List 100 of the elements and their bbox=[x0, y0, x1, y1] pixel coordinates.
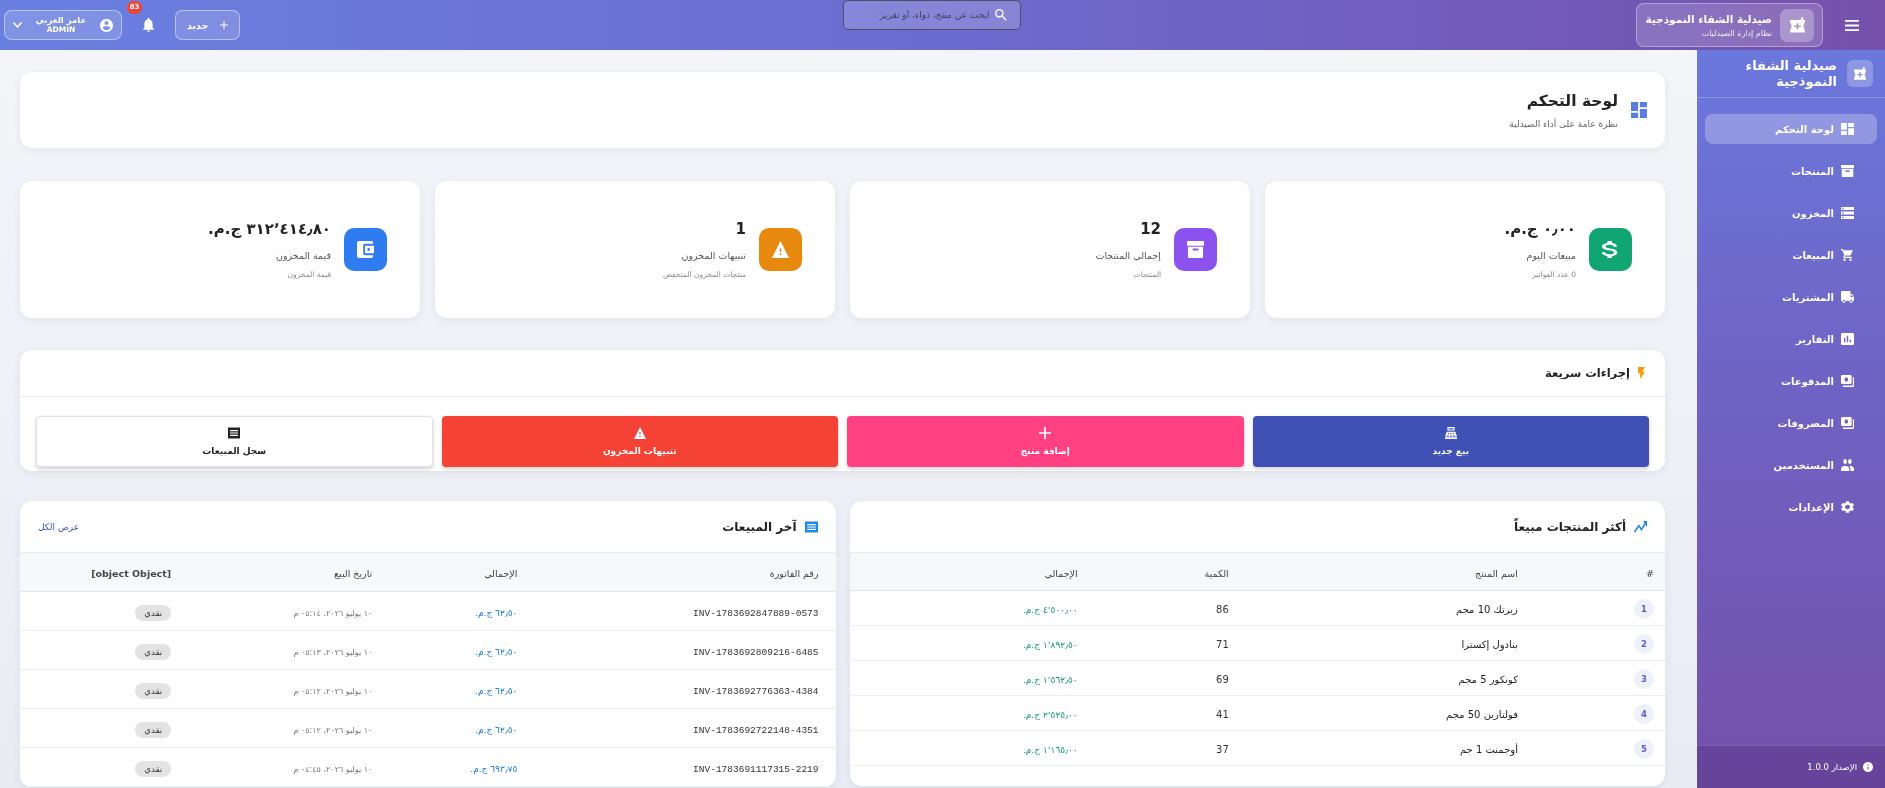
invoice-number: INV-1783692847889-0573 bbox=[693, 608, 819, 619]
column-header: الكمية bbox=[1204, 567, 1229, 579]
sale-total: ٦٢٫٥٠ ج.م. bbox=[475, 608, 518, 618]
sidebar-item[interactable]: لوحة التحكم bbox=[1705, 114, 1877, 144]
sidebar-item[interactable]: التقارير bbox=[1705, 324, 1877, 354]
cash-register-icon bbox=[1444, 427, 1457, 439]
sale-total: ٦٢٫٥٠ ج.م. bbox=[475, 647, 518, 657]
column-header: الإجمالي bbox=[484, 568, 518, 580]
page-title: لوحة التحكم bbox=[1525, 91, 1618, 110]
payment-method-badge: نقدي bbox=[135, 643, 172, 660]
quantity: 71 bbox=[1216, 639, 1229, 650]
sale-total: ٦٩٣٫٧٥ ج.م. bbox=[470, 764, 518, 774]
section-title: إجراءات سريعة bbox=[1545, 366, 1630, 380]
sale-date: ١٠ يوليو ٢٠٢٦، ٠٤:٤٥ م bbox=[293, 765, 373, 774]
new-button[interactable]: جديد bbox=[175, 10, 241, 40]
payment-method-badge: نقدي bbox=[135, 760, 172, 777]
settings-icon bbox=[1841, 501, 1854, 513]
cash-icon bbox=[1841, 375, 1854, 387]
quick-action-button[interactable]: إضافة منتج bbox=[847, 416, 1244, 467]
payment-method-badge: نقدي bbox=[135, 682, 172, 699]
brand-subtitle: نظام إدارة الصيدليات bbox=[1700, 28, 1772, 38]
stat-value: 1 bbox=[734, 220, 746, 238]
product-name: زيرتك 10 مجم bbox=[1456, 604, 1518, 615]
sale-total: ٦٢٫٥٠ ج.م. bbox=[475, 686, 518, 696]
sale-date: ١٠ يوليو ٢٠٢٦، ٠٥:١٢ م bbox=[293, 687, 373, 696]
quantity: 86 bbox=[1216, 604, 1229, 615]
stat-label: مبيعات اليوم bbox=[1525, 250, 1576, 261]
product-total: ١٬١٦٥٫٠٠ ج.م. bbox=[1022, 745, 1078, 755]
receipt-icon bbox=[804, 520, 818, 533]
rank-badge: 3 bbox=[1634, 668, 1654, 689]
sale-date: ١٠ يوليو ٢٠٢٦، ٠٥:١٤ م bbox=[293, 609, 373, 618]
product-name: بنادول إكسترا bbox=[1461, 639, 1518, 650]
warning-icon bbox=[633, 427, 646, 439]
info-icon bbox=[1863, 762, 1873, 772]
sidebar-item[interactable]: المخزون bbox=[1705, 198, 1877, 228]
quick-action-button[interactable]: سجل المبيعات bbox=[36, 416, 433, 467]
product-total: ١٬٨٩٢٫٥٠ ج.م. bbox=[1022, 640, 1078, 650]
sidebar-item[interactable]: المنتجات bbox=[1705, 156, 1877, 186]
sidebar-title: صيدلية الشفاء النموذجية bbox=[1744, 57, 1837, 90]
trend-up-icon bbox=[1634, 520, 1647, 533]
receipt-icon bbox=[228, 427, 241, 439]
rank-badge: 2 bbox=[1634, 633, 1654, 654]
sidebar-item[interactable]: المستخدمين bbox=[1705, 450, 1877, 480]
sidebar-item[interactable]: المدفوعات bbox=[1705, 366, 1877, 396]
column-header: اسم المنتج bbox=[1475, 567, 1518, 579]
stacked-rows-icon bbox=[1841, 207, 1854, 219]
product-total: ٤٬٥٠٠٫٠٠ ج.م. bbox=[1022, 605, 1078, 615]
invoice-number: INV-1783692776363-4384 bbox=[693, 686, 819, 697]
stat-value: ٣١٢٬٤١٤٫٨٠ ج.م. bbox=[208, 220, 331, 238]
column-header: الإجمالي bbox=[1044, 567, 1078, 579]
sidebar-item[interactable]: المبيعات bbox=[1705, 240, 1877, 270]
quantity: 41 bbox=[1216, 709, 1229, 720]
version-label: الإصدار 1.0.0 bbox=[1807, 762, 1857, 772]
dashboard-icon bbox=[1631, 102, 1647, 118]
quick-action-button[interactable]: بيع جديد bbox=[1252, 416, 1649, 467]
quick-action-button[interactable]: تنبيهات المخزون bbox=[441, 416, 838, 467]
menu-icon[interactable] bbox=[1845, 19, 1859, 31]
product-name: فولتارين 50 مجم bbox=[1446, 709, 1518, 720]
product-name: أوجمنت 1 جم bbox=[1459, 744, 1518, 755]
medicine-icon bbox=[1780, 8, 1814, 42]
plus-icon bbox=[220, 21, 229, 29]
payment-method-badge: نقدي bbox=[135, 604, 172, 621]
stat-value: 12 bbox=[1139, 220, 1161, 238]
bar-chart-icon bbox=[1841, 333, 1854, 345]
archive-box-icon bbox=[1841, 165, 1854, 177]
quantity: 37 bbox=[1216, 744, 1229, 755]
rank-badge: 4 bbox=[1634, 703, 1654, 724]
sale-date: ١٠ يوليو ٢٠٢٦، ٠٥:١٢ م bbox=[293, 726, 373, 735]
page-subtitle: نظرة عامة على أداء الصيدلية bbox=[1509, 118, 1618, 129]
chevron-down-icon bbox=[13, 22, 22, 28]
column-header: [object Object] bbox=[91, 568, 172, 580]
brand-title: صيدلية الشفاء النموذجية bbox=[1645, 12, 1772, 25]
dashboard-icon bbox=[1841, 123, 1854, 135]
avatar-icon bbox=[100, 18, 113, 32]
brand-card[interactable]: صيدلية الشفاء النموذجية نظام إدارة الصيدليات bbox=[1636, 3, 1823, 47]
product-total: ١٬٥٦٢٫٥٠ ج.م. bbox=[1022, 675, 1078, 685]
stat-label: قيمة المخزون bbox=[275, 250, 331, 261]
payment-method-badge: نقدي bbox=[135, 721, 172, 738]
stat-value: ٠٫٠٠ ج.م. bbox=[1504, 220, 1576, 238]
medicine-icon bbox=[1847, 60, 1873, 87]
sale-date: ١٠ يوليو ٢٠٢٦، ٠٥:١٣ م bbox=[293, 648, 373, 657]
column-header: تاريخ البيع bbox=[334, 568, 373, 580]
panel-title: آخر المبيعات bbox=[722, 519, 797, 534]
sidebar-item[interactable]: المصروفات bbox=[1705, 408, 1877, 438]
rank-badge: 5 bbox=[1634, 738, 1654, 759]
cash-icon bbox=[1841, 417, 1854, 429]
invoice-number: INV-1783692809216-6485 bbox=[693, 647, 819, 658]
product-name: كونكور 5 مجم bbox=[1458, 674, 1518, 685]
bolt-icon bbox=[1638, 367, 1645, 379]
view-all-link[interactable]: عرض الكل bbox=[38, 521, 80, 532]
users-icon bbox=[1841, 459, 1854, 471]
invoice-number: INV-1783691117315-2219 bbox=[693, 764, 819, 775]
cart-icon bbox=[1841, 249, 1854, 261]
panel-title: أكثر المنتجات مبيعاً bbox=[1514, 519, 1626, 534]
sidebar-item[interactable]: الإعدادات bbox=[1705, 492, 1877, 522]
column-header: # bbox=[1646, 567, 1654, 579]
rank-badge: 1 bbox=[1634, 598, 1654, 619]
bell-icon[interactable] bbox=[143, 18, 154, 32]
sidebar-item[interactable]: المشتريات bbox=[1705, 282, 1877, 312]
quantity: 69 bbox=[1216, 674, 1229, 685]
